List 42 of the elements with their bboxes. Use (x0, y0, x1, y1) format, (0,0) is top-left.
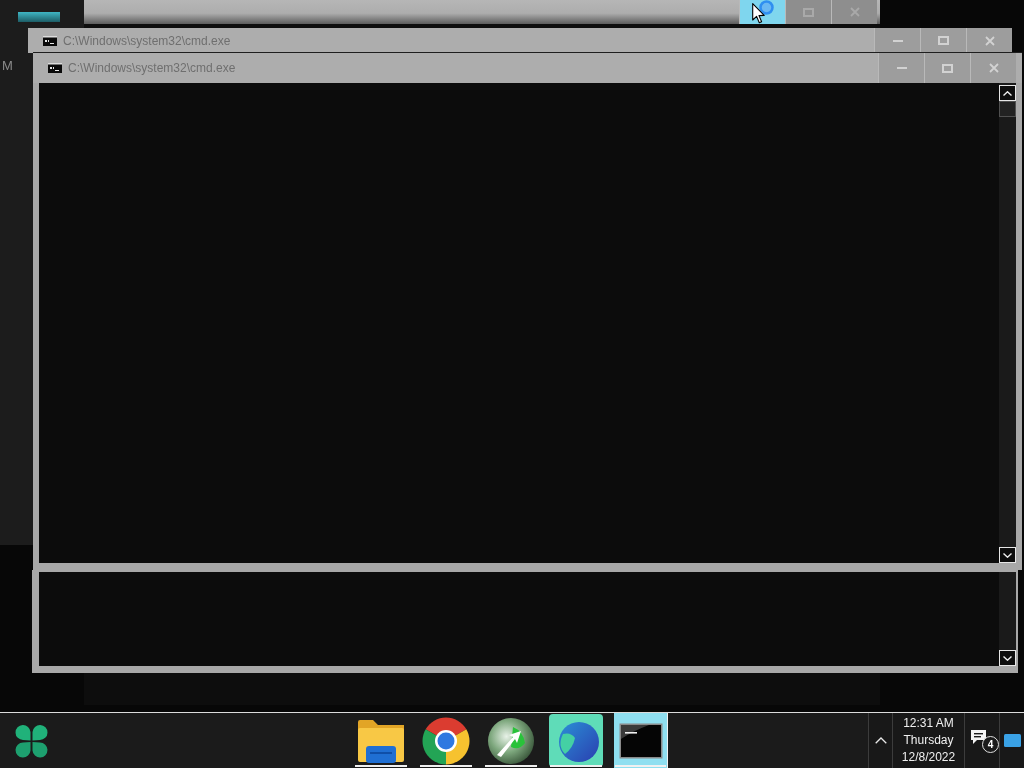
console-icon (48, 63, 62, 73)
browser-icon (422, 716, 470, 765)
close-icon (984, 35, 995, 46)
scrollbar[interactable] (999, 83, 1016, 563)
scroll-up-button[interactable] (999, 85, 1016, 101)
desktop-icon-label[interactable]: M (2, 58, 13, 73)
touch-point-icon (759, 0, 774, 15)
scroll-down-button[interactable] (999, 547, 1016, 563)
scrollbar[interactable] (999, 572, 1016, 666)
taskbar-app-button[interactable] (549, 713, 603, 768)
circle-tile-icon (549, 714, 603, 767)
notification-button[interactable]: 4 (964, 713, 999, 768)
taskbar-app-button[interactable] (614, 713, 668, 768)
window-title: C:\Windows\system32\cmd.exe (63, 33, 231, 48)
scrollbar-thumb[interactable] (999, 101, 1016, 117)
mouse-pointer-icon (752, 3, 765, 24)
chevron-down-icon (1003, 655, 1012, 661)
rectangle-icon (1003, 734, 1021, 747)
sphere-icon (487, 716, 535, 765)
window-edge-strip (18, 12, 60, 22)
minimize-button[interactable] (874, 28, 920, 53)
chevron-up-icon (874, 737, 887, 744)
maximize-icon (803, 7, 814, 17)
chevron-up-icon (1003, 90, 1012, 96)
folder-icon (357, 718, 405, 763)
show-desktop-button[interactable] (999, 713, 1024, 768)
close-icon (849, 7, 860, 17)
close-button[interactable] (966, 28, 1012, 53)
console-icon (618, 722, 663, 759)
console-icon (43, 35, 57, 46)
message-icon (969, 729, 987, 746)
minimize-icon (892, 39, 903, 42)
notification-badge: 4 (982, 736, 999, 753)
chevron-down-icon (1003, 552, 1012, 558)
minimize-icon (896, 67, 907, 69)
maximize-button[interactable] (920, 28, 966, 53)
window-title: C:\Windows\system32\cmd.exe (68, 61, 236, 75)
scroll-down-button[interactable] (999, 650, 1016, 666)
maximize-icon (938, 36, 949, 45)
close-icon (988, 63, 999, 73)
maximize-icon (942, 63, 953, 73)
clover-icon (14, 723, 48, 758)
